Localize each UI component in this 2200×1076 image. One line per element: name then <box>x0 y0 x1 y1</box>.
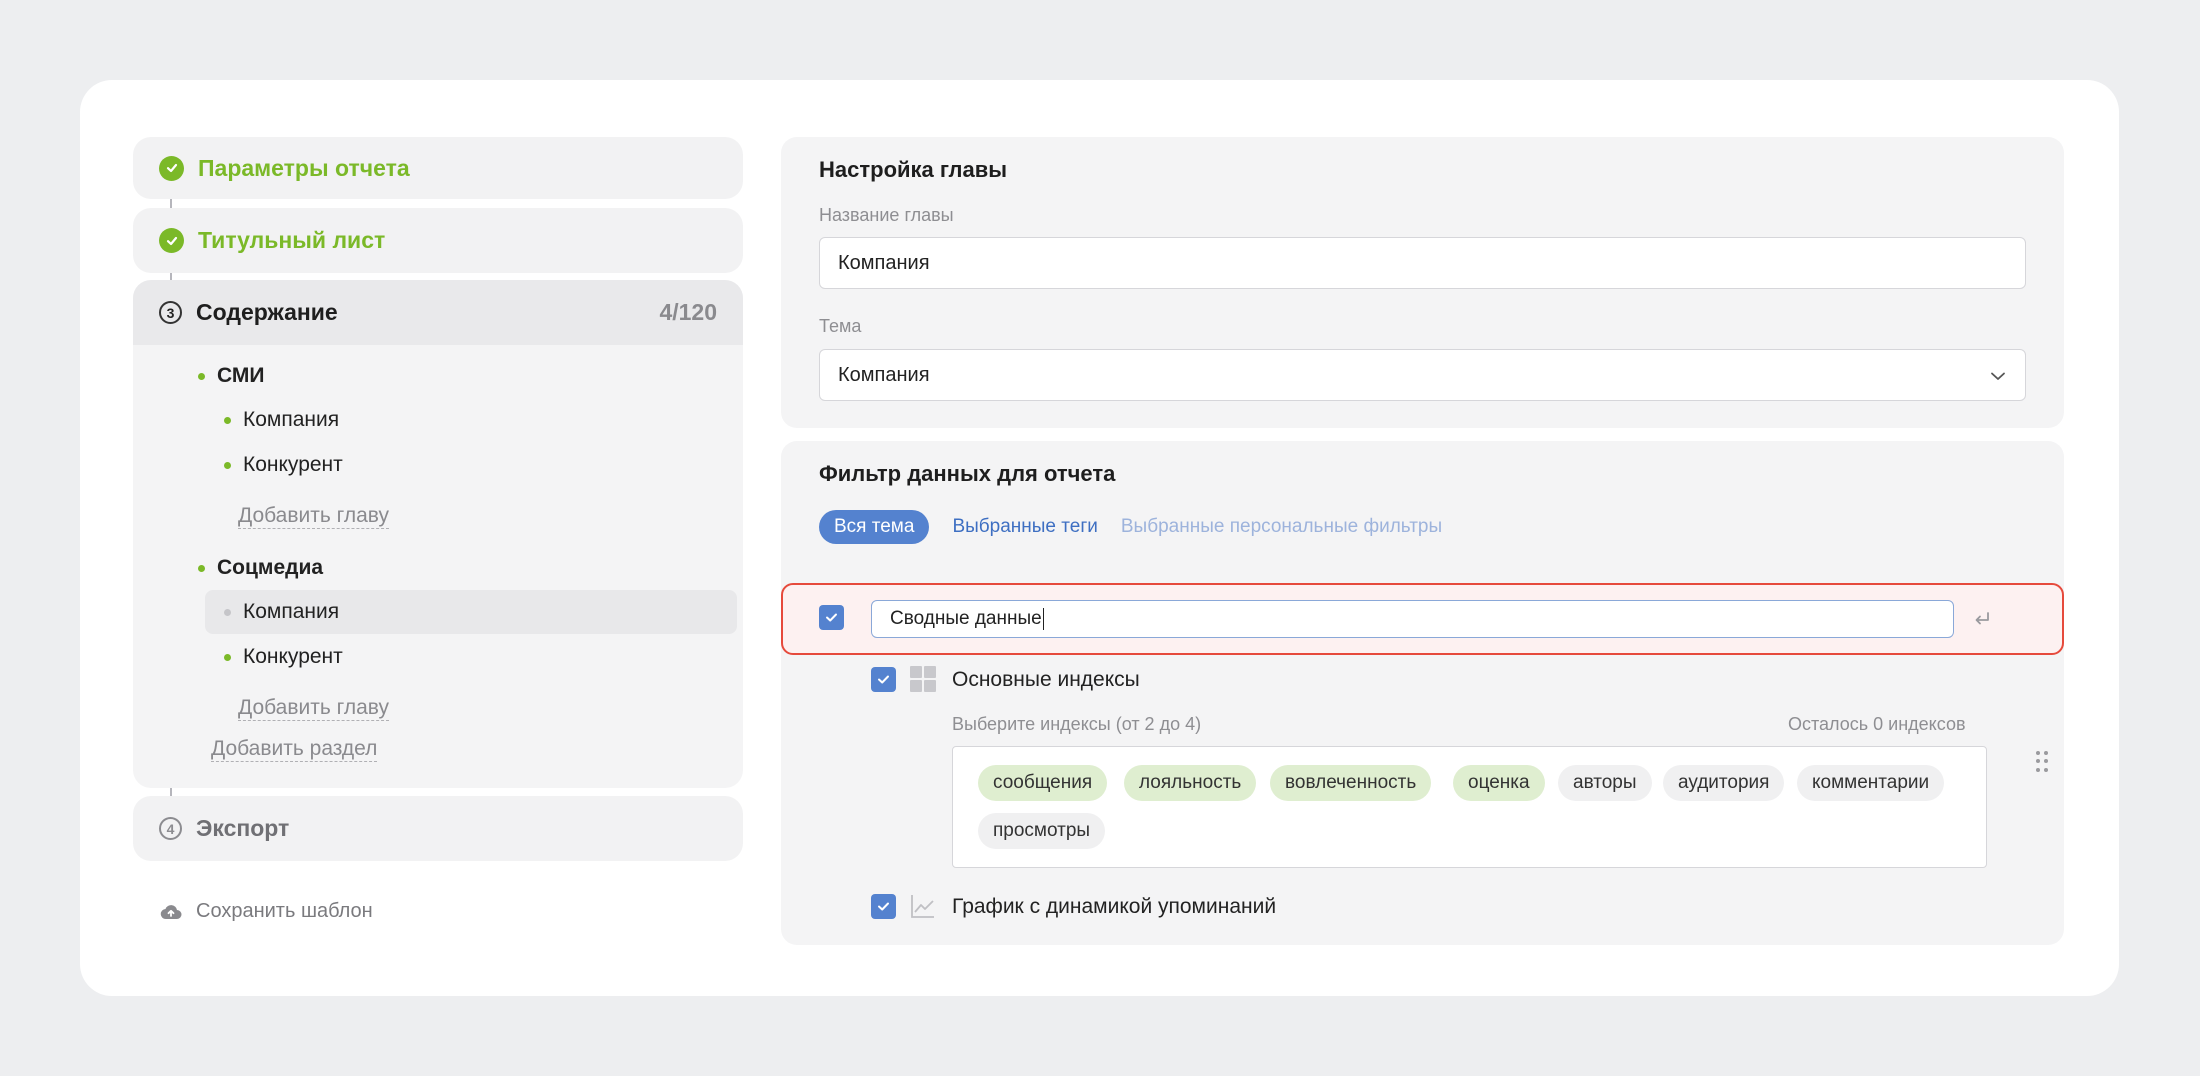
chart-label: График с динамикой упоминаний <box>952 895 1277 918</box>
chapter-label: Конкурент <box>243 453 343 476</box>
index-tag[interactable]: вовлеченность <box>1270 765 1432 801</box>
check-circle-icon <box>159 155 184 181</box>
index-tag[interactable]: просмотры <box>978 813 1106 849</box>
step-label: Параметры отчета <box>198 154 410 181</box>
step-title-page[interactable]: Титульный лист <box>133 208 743 273</box>
index-tag[interactable]: лояльность <box>1124 765 1257 801</box>
text-cursor <box>1042 608 1045 630</box>
index-tag[interactable]: сообщения <box>978 765 1108 801</box>
check-icon <box>878 675 889 684</box>
step-label: Содержание <box>196 299 338 325</box>
add-chapter-link[interactable]: Добавить главу <box>238 504 389 529</box>
enter-key-icon[interactable] <box>1972 609 1992 629</box>
filter-tabs: Вся тема Выбранные теги Выбранные персон… <box>819 510 1465 544</box>
bullet-dot-icon <box>198 564 205 572</box>
step-contents-header[interactable]: 3 Содержание 4/120 <box>133 280 743 345</box>
data-filter-title: Фильтр данных для отчета <box>819 461 1116 486</box>
chapter-label: Компания <box>243 600 340 623</box>
check-icon <box>826 613 837 622</box>
index-tag[interactable]: оценка <box>1453 765 1545 801</box>
section-checkbox[interactable] <box>819 605 844 630</box>
tab-personal-filters[interactable]: Выбранные персональные фильтры <box>1121 516 1442 538</box>
chart-checkbox[interactable] <box>871 894 896 919</box>
chapter-settings-panel: Настройка главы Название главы Компания … <box>781 137 2064 428</box>
chapter-item[interactable]: Компания <box>224 408 339 432</box>
summary-section-row: Сводные данные <box>781 583 2064 655</box>
add-section-link[interactable]: Добавить раздел <box>211 737 378 762</box>
chapter-item[interactable]: Конкурент <box>224 453 343 477</box>
step-report-params[interactable]: Параметры отчета <box>133 137 743 199</box>
chapter-item-selected[interactable]: Компания <box>224 600 339 624</box>
index-tag[interactable]: аудитория <box>1663 765 1785 801</box>
topic-select[interactable]: Компания <box>819 349 2026 401</box>
section-title: СМИ <box>217 364 265 387</box>
chapter-name-label: Название главы <box>819 205 954 225</box>
line-chart-icon <box>911 895 934 918</box>
tab-all-topic[interactable]: Вся тема <box>819 510 930 544</box>
index-tag[interactable]: авторы <box>1558 765 1652 801</box>
indices-label: Основные индексы <box>952 668 1140 691</box>
chapter-item[interactable]: Конкурент <box>224 645 343 669</box>
step-number-icon: 4 <box>159 817 182 840</box>
section-name-value: Сводные данные <box>890 608 1042 629</box>
step-export[interactable]: 4 Экспорт <box>133 796 743 861</box>
section-socmedia[interactable]: Соцмедиа <box>198 556 323 580</box>
check-icon <box>878 902 889 911</box>
save-template-label: Сохранить шаблон <box>196 900 373 922</box>
check-circle-icon <box>159 228 184 253</box>
indices-checkbox[interactable] <box>871 667 896 692</box>
section-smi[interactable]: СМИ <box>198 364 264 388</box>
bullet-dot-icon <box>224 461 231 469</box>
cloud-upload-icon <box>160 904 182 919</box>
step-label: Экспорт <box>196 815 290 841</box>
bullet-dot-icon <box>224 608 231 616</box>
step-number-icon: 3 <box>159 301 182 324</box>
indices-tag-box: сообщения лояльность вовлеченность оценк… <box>952 746 1987 868</box>
bullet-dot-icon <box>224 653 231 661</box>
chapter-name-input[interactable]: Компания <box>819 237 2026 289</box>
chapter-name-value: Компания <box>838 251 930 274</box>
drag-handle-icon[interactable] <box>2036 751 2048 773</box>
dashboard-grid-icon <box>910 666 936 692</box>
tab-selected-tags[interactable]: Выбранные теги <box>952 516 1097 538</box>
add-chapter-link[interactable]: Добавить главу <box>238 696 389 721</box>
chapter-count: 4/120 <box>659 299 717 325</box>
bullet-dot-icon <box>224 416 231 424</box>
index-tag[interactable]: комментарии <box>1797 765 1945 801</box>
bullet-dot-icon <box>198 372 205 380</box>
topic-label: Тема <box>819 316 862 336</box>
indices-hint: Выберите индексы (от 2 до 4) <box>952 714 1202 734</box>
chapter-settings-title: Настройка главы <box>819 157 1008 182</box>
chapter-label: Компания <box>243 408 340 431</box>
chevron-down-icon <box>1991 372 2005 380</box>
section-title: Соцмедиа <box>217 556 324 579</box>
chapter-label: Конкурент <box>243 645 343 668</box>
topic-value: Компания <box>838 363 930 386</box>
step-label: Титульный лист <box>198 227 386 253</box>
save-template-button[interactable]: Сохранить шаблон <box>160 900 373 923</box>
section-name-input[interactable]: Сводные данные <box>871 600 1954 638</box>
step-contents-panel: 3 Содержание 4/120 <box>133 280 743 788</box>
indices-remaining: Осталось 0 индексов <box>1788 714 1966 734</box>
